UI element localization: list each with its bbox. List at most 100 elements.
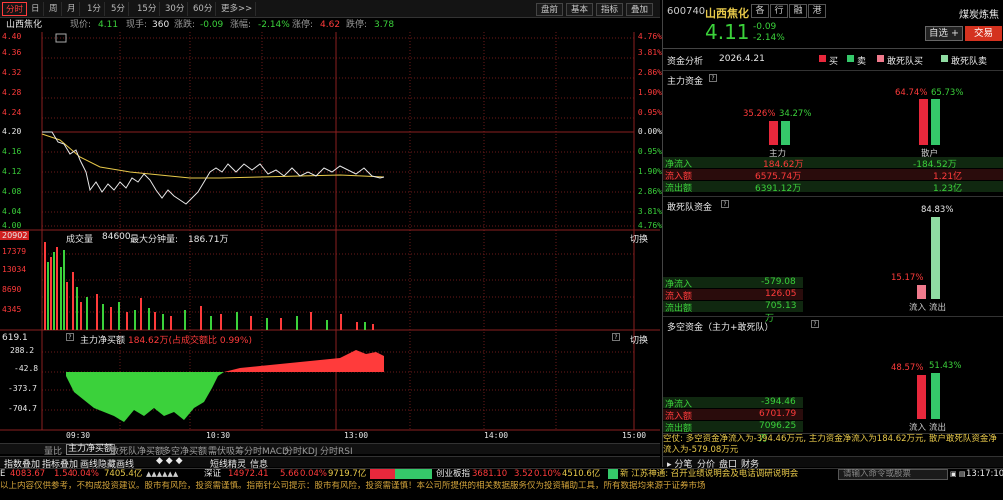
long-short-title: 多空资金（主力+敢死队） <box>667 323 774 333</box>
table-row: 净流入 -394.46万 <box>663 397 803 420</box>
volume-max-label: 最大分钟量: <box>130 235 179 245</box>
quote-info-line: 山西焦化 现价: 4.11 现手: 360 涨跌: -0.09 涨幅: -2.1… <box>0 19 660 32</box>
dare-squad-section: 敢死队资金 ? 84.83% 15.17% 流入 流出 净流入 -579.08万… <box>663 196 1003 324</box>
dare-in-label: 流入 <box>909 303 927 313</box>
indicator-tab-active[interactable]: 主力净买额 <box>66 444 116 455</box>
stock-title: 山西焦化 <box>705 7 749 20</box>
help-icon[interactable]: ? <box>66 333 74 341</box>
flow-value: 184.62万(占成交额比 0.99%) <box>128 336 252 346</box>
volume-value: 84600 <box>102 232 131 242</box>
main-sell-pct: 34.27% <box>779 109 812 119</box>
tab-hang[interactable]: 行 <box>770 4 788 18</box>
volume-top-value: 20902 <box>0 231 30 240</box>
volume-panel-header: 20902 成交量 84600 最大分钟量: 186.71万 切换 <box>0 231 660 245</box>
table-row: 流入额 6701.79万 <box>663 409 803 432</box>
index-pct: 0.04% <box>300 469 328 479</box>
tab-15min[interactable]: 15分 <box>134 2 161 16</box>
index-chg: 5.66 <box>280 469 299 479</box>
table-row: 流出额 7096.25万 <box>663 421 803 444</box>
axis-label: 4.20 <box>2 127 22 136</box>
tab-60min[interactable]: 60分 <box>190 2 217 16</box>
volume-switch-button[interactable]: 切换 <box>630 232 648 245</box>
triangle-indicator-icon: ▲▲▲▲▲▲ <box>146 470 179 478</box>
period-toolbar: 分时 日 周 月 1分 5分 15分 30分 60分 更多>> 盘前 基本 指标… <box>0 0 660 18</box>
axis-label: 8690 <box>2 285 22 294</box>
axis-label: -42.8 <box>14 364 39 373</box>
main-buy-bar <box>769 121 778 145</box>
net-buy-negative-area <box>66 372 224 422</box>
analysis-date: 2026.4.21 <box>719 54 765 64</box>
stock-name: 山西焦化 <box>6 20 43 30</box>
help-icon[interactable]: ? <box>811 320 819 328</box>
news-ticker[interactable]: 新 江苏神通: 召开业绩说明会及电话调研说明会 <box>620 469 840 480</box>
analysis-header: 资金分析 2026.4.21 买 卖 敢死队买 敢死队卖 <box>663 48 1003 70</box>
axis-label: 4.16 <box>2 147 22 156</box>
overlay-button[interactable]: 叠加 <box>626 3 654 16</box>
tab-30min[interactable]: 30分 <box>162 2 189 16</box>
price-label: 现价: <box>70 20 92 30</box>
add-watchlist-label: 自选 <box>928 28 948 39</box>
net-buy-positive-area <box>224 350 384 372</box>
add-watchlist-button[interactable]: 自选 + <box>925 26 963 41</box>
volume-title: 成交量 <box>66 235 94 245</box>
axis-label: 0.95% <box>637 147 662 156</box>
index-pct: 0.04% <box>72 469 100 479</box>
right-bottom-tabs: ▸ 分笔 分价 盘口 财务 <box>662 456 1003 470</box>
axis-label: 619.1 <box>2 333 28 343</box>
legend-dsd-buy-swatch <box>877 55 884 62</box>
help-icon[interactable]: ? <box>721 200 729 208</box>
plus-icon: + <box>951 28 959 39</box>
trade-button[interactable]: 交易 <box>965 26 1002 41</box>
index-value: 3681.10 <box>472 469 508 479</box>
dare-out-pct: 84.83% <box>921 205 954 215</box>
limit-up-value: 4.62 <box>320 20 341 30</box>
ls-in-bar <box>917 375 926 419</box>
axis-label: 2.86% <box>637 68 662 77</box>
legend-sell-swatch <box>847 55 854 62</box>
time-axis: 09:30 10:30 13:00 14:00 15:00 <box>0 431 660 442</box>
help-icon[interactable]: ? <box>612 333 620 341</box>
flow-switch-button[interactable]: 切换 <box>630 333 648 346</box>
basic-button[interactable]: 基本 <box>566 3 594 16</box>
index-name[interactable]: E <box>0 469 5 480</box>
tab-month[interactable]: 月 <box>64 2 80 16</box>
tab-ge[interactable]: 各 <box>751 4 769 18</box>
table-row: 流入额 6575.74万 1.21亿 <box>663 169 1003 182</box>
command-input[interactable]: 请输入命令或股票 <box>838 469 948 480</box>
fund-summary: 空仗: 多空资金净流入为-394.46万元, 主力资金净流入为184.62万元,… <box>663 433 1003 455</box>
volume-axis: 17379 13034 8690 4345 <box>0 245 42 325</box>
tab-gang[interactable]: 港 <box>808 4 826 18</box>
ls-out-bar <box>931 373 940 419</box>
pct-label: 涨幅: <box>230 20 252 30</box>
tab-5min[interactable]: 5分 <box>108 2 129 16</box>
tab-1min[interactable]: 1分 <box>84 2 105 16</box>
help-icon[interactable]: ? <box>709 74 717 82</box>
tab-day[interactable]: 日 <box>28 2 44 16</box>
legend-dsd-sell-swatch <box>941 55 948 62</box>
main-buy-pct: 35.26% <box>743 109 776 119</box>
volume-max-value: 186.71万 <box>188 235 229 245</box>
diamond-icon[interactable]: ◆ ◆ ◆ <box>156 456 183 466</box>
index-amount: 7405.4亿 <box>104 469 143 479</box>
change-label: 涨跌: <box>174 20 196 30</box>
axis-label: 4.32 <box>2 68 22 77</box>
tab-rong[interactable]: 融 <box>789 4 807 18</box>
index-amount: 9719.7亿 <box>328 469 367 479</box>
tab-intraday[interactable]: 分时 <box>2 2 28 16</box>
premarket-button[interactable]: 盘前 <box>536 3 564 16</box>
dare-squad-table: 净流入 -579.08万 流入额 126.05万 流出额 705.13万 <box>663 277 803 324</box>
tab-week[interactable]: 周 <box>46 2 62 16</box>
breadth-bar <box>370 469 432 479</box>
stock-code: 600740 <box>667 6 706 17</box>
index-name[interactable]: 创业板指 <box>436 469 470 480</box>
indicator-button[interactable]: 指标 <box>596 3 624 16</box>
tab-more[interactable]: 更多>> <box>218 2 257 16</box>
volume-value: 360 <box>152 20 170 30</box>
axis-label: 0.95% <box>637 108 662 117</box>
index-name[interactable]: 深证 <box>204 469 221 480</box>
dare-out-bar <box>931 217 940 299</box>
time-label: 13:00 <box>344 431 369 440</box>
index-value: 4083.67 <box>10 469 46 479</box>
pct-value: -2.14% <box>258 20 290 30</box>
axis-label: -373.7 <box>8 384 37 393</box>
